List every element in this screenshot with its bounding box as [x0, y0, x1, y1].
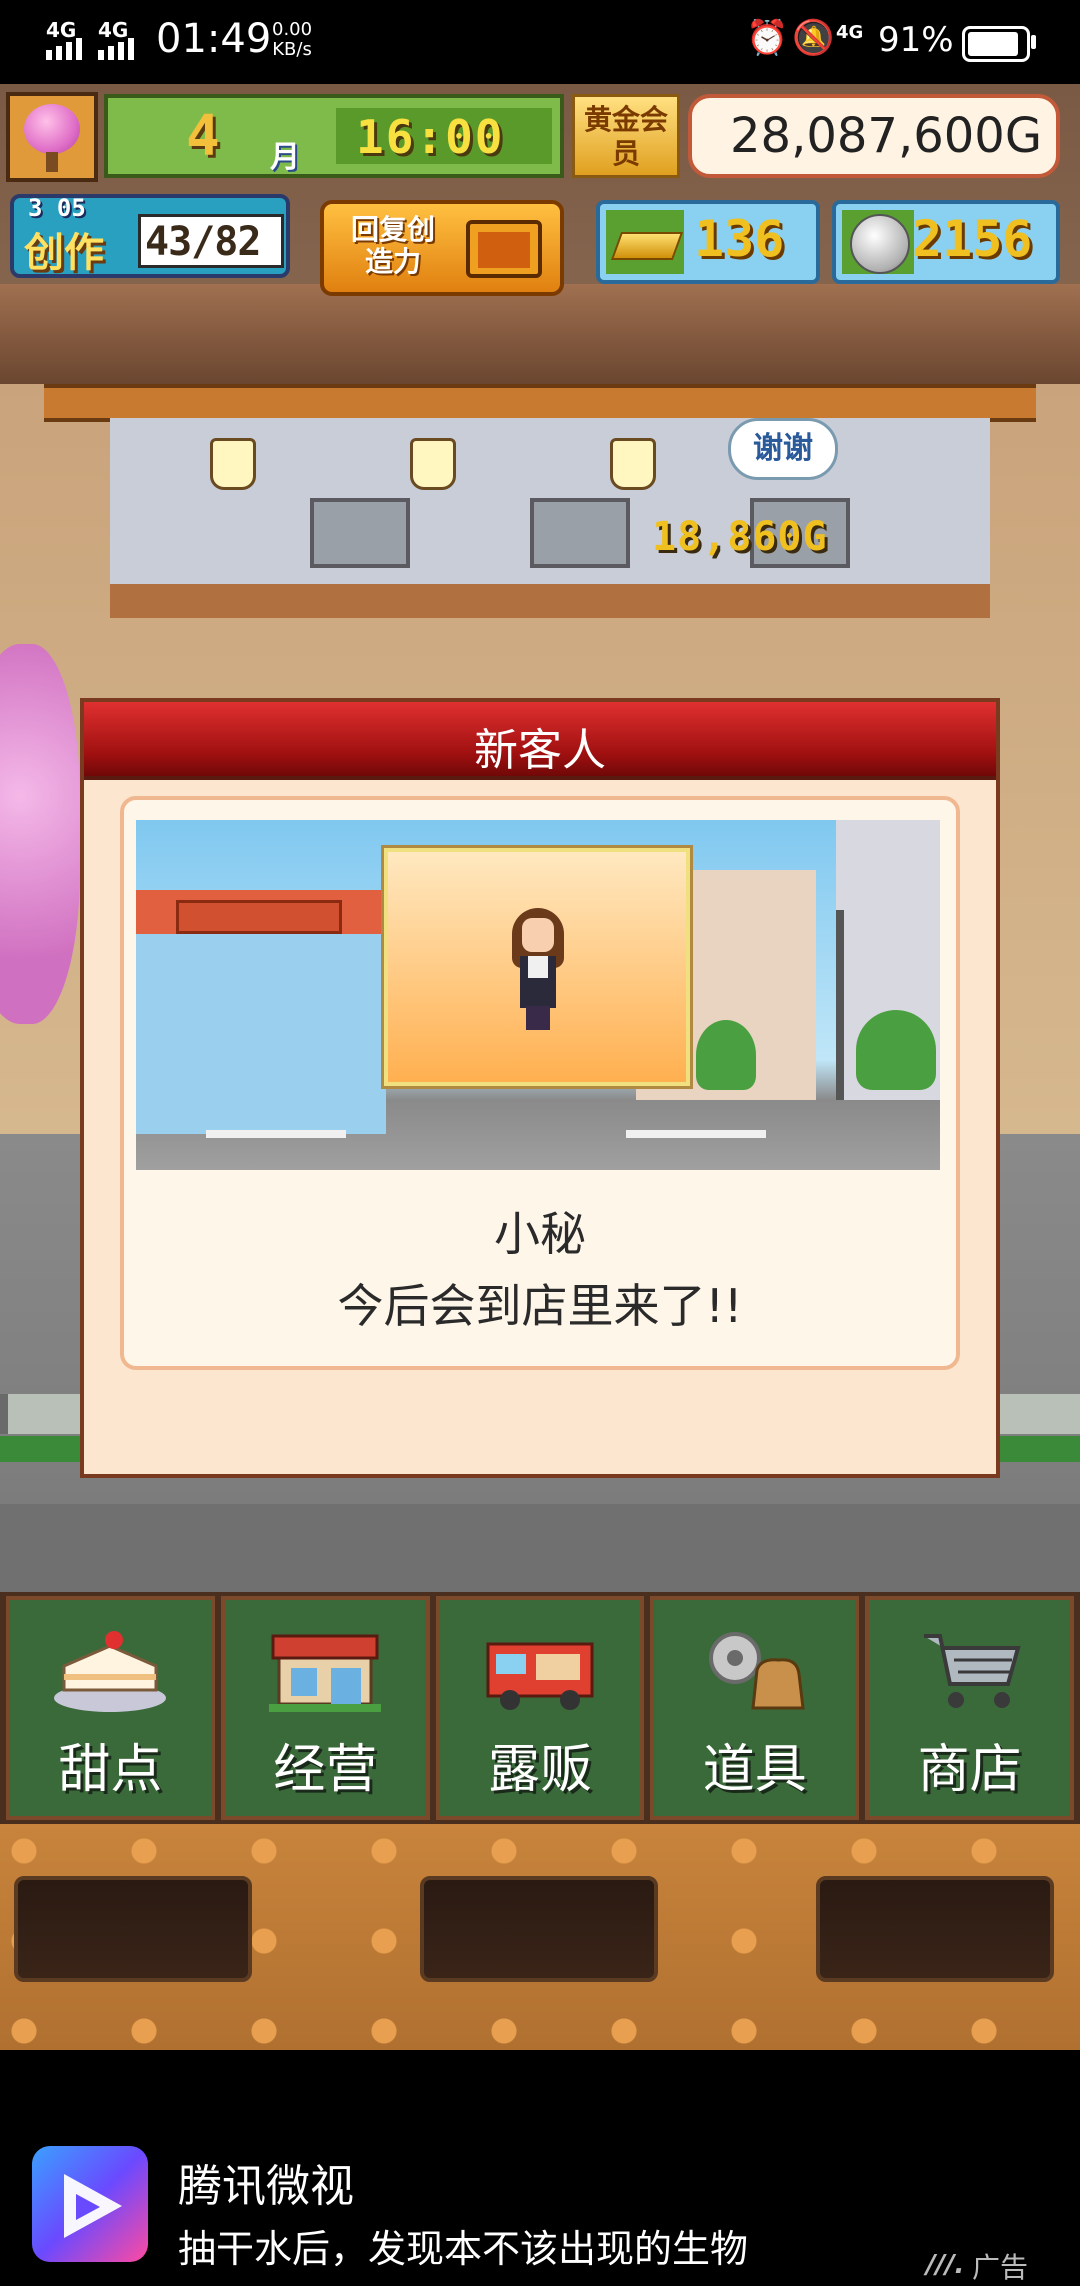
gold-bars-count: 136: [694, 210, 785, 268]
lane-marking: [206, 1130, 346, 1138]
weishi-app-icon[interactable]: [32, 2146, 148, 2262]
customer-portrait: [381, 845, 693, 1089]
battery-nub: [1031, 35, 1036, 49]
creativity-count-box: 43/82: [138, 214, 284, 268]
ad-text[interactable]: 抽干水后，发现本不该出现的生物: [178, 2218, 748, 2273]
storefront: [136, 890, 386, 1134]
ad-tag: 广告: [972, 2251, 1029, 2284]
money-display: 28,087,600G: [688, 94, 1060, 178]
gold-bar-icon: [606, 210, 684, 274]
tree-trunk: [46, 152, 58, 172]
store-sign: [176, 900, 342, 934]
month-number: 4: [186, 104, 220, 169]
dialog-card: 小秘 今后会到店里来了!!: [120, 796, 960, 1370]
money-amount: 28,087,600G: [730, 108, 1043, 164]
battery-percent: 91%: [878, 20, 954, 60]
menu-store-button[interactable]: 商店: [865, 1596, 1074, 1820]
sprite-legs: [526, 1006, 550, 1030]
network-type: 4G: [836, 22, 864, 43]
restore-creativity-label: 回复创造力: [350, 213, 435, 278]
speech-bubble: 谢谢: [728, 418, 838, 480]
lamp-icon: [210, 438, 256, 490]
battery-icon: [962, 26, 1030, 62]
ad-app-name[interactable]: 腾讯微视: [178, 2150, 354, 2214]
shop-roof: [0, 284, 1080, 384]
dialog-title: 新客人: [474, 725, 606, 776]
menu-stall-label: 露贩: [487, 1740, 592, 1800]
bottom-slots: [0, 1824, 1080, 2050]
game-clock: 16:00: [356, 110, 505, 164]
shop-icon: [269, 1634, 382, 1712]
food-truck-icon: [486, 1642, 594, 1710]
sprite-face: [522, 918, 554, 952]
bush: [696, 1020, 756, 1090]
menu-items-label: 道具: [702, 1740, 807, 1800]
shop-beam: [44, 384, 1036, 422]
customer-message: 今后会到店里来了!!: [337, 1279, 743, 1333]
empty-slot[interactable]: [816, 1876, 1054, 1982]
menu-store-label: 商店: [917, 1740, 1022, 1800]
creativity-meter[interactable]: 3 05 创作 43/82: [10, 194, 290, 278]
bell-off-icon: 🔕: [792, 18, 835, 58]
game-scene[interactable]: 谢谢 18,860G 4 月 16:00 黄金会员 28,087,600G 3 …: [0, 84, 1080, 2050]
status-bar: 4G 4G 01:49 0.00 KB/s ⏰ 🔕 4G 91%: [0, 0, 1080, 84]
sprite-blouse: [528, 956, 548, 978]
gold-bars-display[interactable]: 136: [596, 200, 820, 284]
tv-icon: [466, 220, 542, 278]
oven: [310, 498, 410, 568]
play-shape-inner: [76, 2194, 100, 2220]
cherry-tree-icon: [24, 104, 80, 154]
lane-marking: [626, 1130, 766, 1138]
lamp-icon: [410, 438, 456, 490]
menu-dessert-button[interactable]: 甜点: [6, 1596, 215, 1820]
signal-bars-1-icon: [46, 38, 82, 60]
street-illustration: [136, 820, 940, 1170]
dialog-header: 新客人: [84, 702, 996, 780]
coins-display[interactable]: 2156: [832, 200, 1060, 284]
date-display: 4 月 16:00: [104, 94, 564, 178]
menu-items-button[interactable]: 道具: [650, 1596, 860, 1820]
menu-dessert-label: 甜点: [58, 1740, 163, 1800]
street-lamp: [836, 910, 844, 1100]
network-speed-unit: KB/s: [272, 39, 312, 60]
cherry-tree: [0, 644, 80, 1024]
signal-bars-2-icon: [98, 38, 134, 60]
new-customer-dialog[interactable]: 新客人 小秘 今后会到店里来了!!: [80, 698, 1000, 1478]
shop-avatar[interactable]: [6, 92, 98, 182]
earning-popup: 18,860G: [652, 514, 828, 560]
shopping-cart-icon: [923, 1634, 1021, 1708]
network-speed: 0.00 KB/s: [272, 20, 312, 60]
empty-slot[interactable]: [420, 1876, 658, 1982]
menu-stall-button[interactable]: 露贩: [435, 1596, 645, 1820]
creativity-count: 43/82: [145, 219, 261, 265]
creativity-level: 3 05: [28, 194, 86, 222]
cake-icon: [54, 1631, 167, 1712]
gold-member-badge[interactable]: 黄金会员: [572, 94, 680, 178]
lamp-icon: [610, 438, 656, 490]
menu-manage-label: 经营: [273, 1740, 378, 1800]
empty-slot[interactable]: [14, 1876, 252, 1982]
bottom-menu: 甜点 经营 露贩 道具 商店: [0, 1592, 1080, 1824]
ad-banner[interactable]: 腾讯微视 抽干水后，发现本不该出现的生物 ///. 广告: [0, 2050, 1080, 2284]
coins-count: 2156: [912, 210, 1033, 268]
alarm-icon: ⏰: [746, 18, 789, 58]
bush: [856, 1010, 936, 1090]
restore-creativity-button[interactable]: 回复创造力: [320, 200, 564, 296]
month-unit: 月: [270, 140, 300, 175]
menu-manage-button[interactable]: 经营: [220, 1596, 430, 1820]
oven: [530, 498, 630, 568]
customer-sprite: [506, 908, 570, 1032]
network-speed-value: 0.00: [272, 19, 313, 40]
ad-mark-icon: ///.: [926, 2250, 965, 2280]
status-time: 01:49: [156, 16, 272, 62]
customer-name: 小秘: [494, 1207, 586, 1261]
shop-counter: [110, 584, 990, 618]
creativity-label: 创作: [24, 230, 104, 276]
gear-bag-icon: [708, 1632, 805, 1710]
silver-coin-icon: [842, 210, 914, 274]
